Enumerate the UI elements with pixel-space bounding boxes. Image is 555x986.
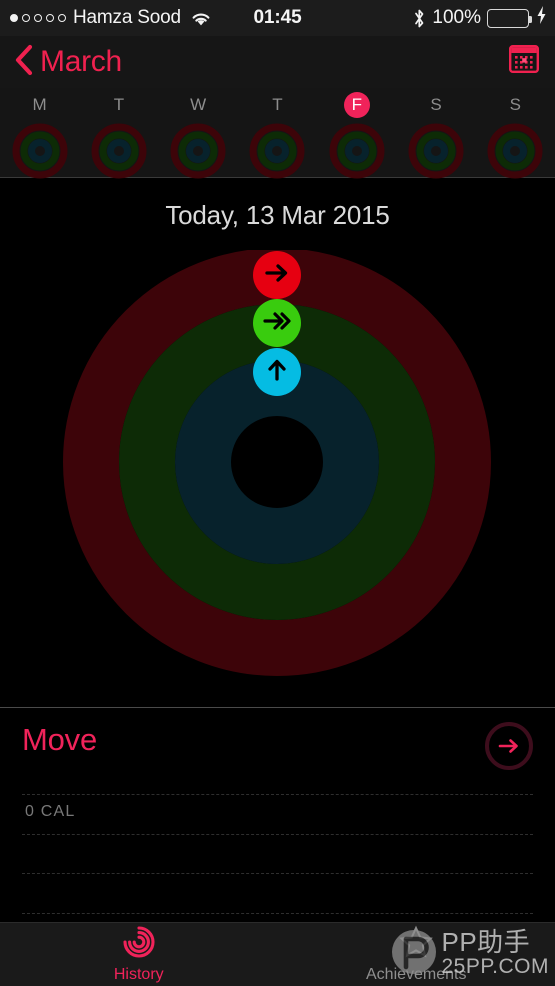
star-icon xyxy=(399,925,434,964)
chart-gridline xyxy=(22,873,533,874)
week-day-letter: T xyxy=(272,95,283,114)
mini-activity-rings xyxy=(249,123,305,184)
week-strip: M T W T F S S xyxy=(0,88,555,179)
tab-achievements[interactable]: Achievements xyxy=(278,923,555,986)
chart-gridline xyxy=(22,794,533,795)
calendar-icon[interactable] xyxy=(509,44,540,79)
week-day-2[interactable]: W xyxy=(159,88,238,179)
week-day-4-selected[interactable]: F xyxy=(317,88,396,179)
move-detail-title: Move xyxy=(22,722,98,757)
week-day-letter: M xyxy=(32,95,47,114)
week-day-letter: S xyxy=(430,95,442,114)
mini-activity-rings xyxy=(408,123,464,184)
double-chevron-right-icon xyxy=(261,306,293,341)
tab-history-label: History xyxy=(113,966,164,983)
week-day-6[interactable]: S xyxy=(476,88,555,179)
lightning-bolt-icon xyxy=(536,5,547,31)
tab-history[interactable]: History xyxy=(0,923,278,986)
week-day-1[interactable]: T xyxy=(79,88,158,179)
mini-activity-rings xyxy=(329,123,385,184)
week-day-0[interactable]: M xyxy=(0,88,79,179)
move-detail-header: Move xyxy=(0,708,555,780)
navigation-bar: March xyxy=(0,36,555,88)
bluetooth-icon xyxy=(413,8,426,29)
arrow-up-icon xyxy=(262,355,292,390)
tab-bar: History Achievements xyxy=(0,922,555,986)
mini-activity-rings xyxy=(91,123,147,184)
circled-arrow-right-icon[interactable] xyxy=(485,722,533,770)
move-detail-section: Move 0 CAL xyxy=(0,707,555,922)
week-day-letter: F xyxy=(343,92,370,118)
activity-app-screen: Hamza Sood 01:45 100% March M T W T F S … xyxy=(0,0,555,986)
back-button-label: March xyxy=(40,45,122,78)
mini-activity-rings xyxy=(170,123,226,184)
activity-rings[interactable] xyxy=(0,250,555,680)
week-day-letter: W xyxy=(190,95,207,114)
date-title: Today, 13 Mar 2015 xyxy=(165,200,390,230)
mini-activity-rings xyxy=(487,123,543,184)
week-day-row: M T W T F S S xyxy=(0,88,555,179)
arrow-right-icon xyxy=(262,258,292,293)
tab-achievements-label: Achievements xyxy=(366,966,467,983)
mini-activity-rings xyxy=(12,123,68,184)
back-button[interactable]: March xyxy=(14,44,122,81)
move-ring-marker[interactable] xyxy=(253,251,301,299)
activity-spiral-icon xyxy=(122,925,156,964)
chart-gridline xyxy=(22,913,533,914)
battery-percent-label: 100% xyxy=(432,7,481,28)
move-chart: 0 CAL xyxy=(22,794,533,916)
chevron-left-icon xyxy=(14,44,33,81)
chart-value-label: 0 CAL xyxy=(25,803,76,820)
exercise-ring-marker[interactable] xyxy=(253,299,301,347)
status-bar: Hamza Sood 01:45 100% xyxy=(0,0,555,36)
battery-icon xyxy=(487,8,532,28)
week-day-3[interactable]: T xyxy=(238,88,317,179)
status-bar-right: 100% xyxy=(413,5,547,31)
week-day-letter: T xyxy=(113,95,125,114)
week-day-5[interactable]: S xyxy=(396,88,475,179)
week-day-letter: S xyxy=(509,95,521,114)
stand-ring-marker[interactable] xyxy=(253,348,301,396)
chart-gridline xyxy=(22,834,533,835)
stand-ring-track xyxy=(175,360,379,564)
